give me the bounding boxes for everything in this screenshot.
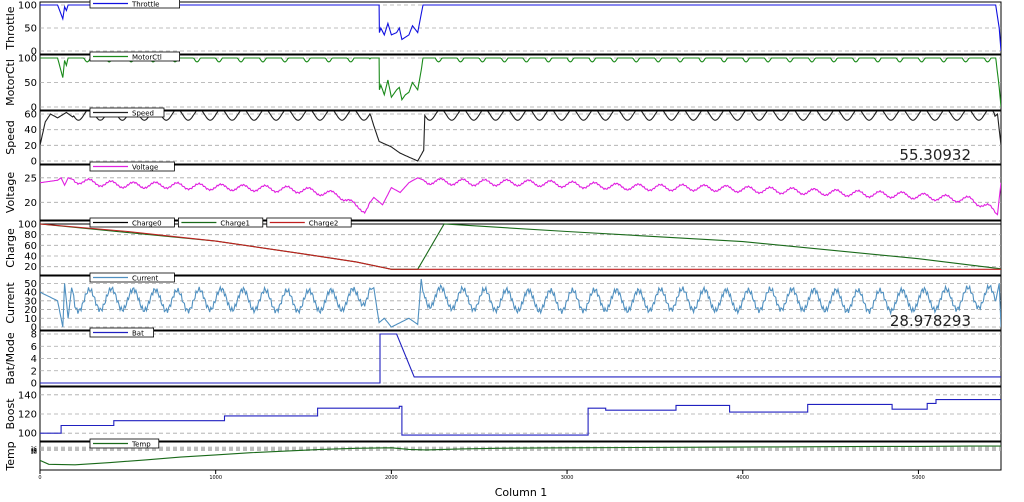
y-tick-label: 50 — [24, 78, 37, 89]
y-tick-label: 0 — [31, 157, 37, 168]
legend-entry: Charge0 — [132, 220, 162, 228]
panel-6: 0 2468 Bat/Mode Bat — [4, 327, 1002, 390]
y-axis-label: Throttle — [4, 6, 17, 50]
panel-frame — [39, 386, 1002, 442]
value-readout: 55.30932 — [899, 146, 971, 164]
y-axis-label: Bat/Mode — [4, 332, 17, 385]
x-tick-label: 1000 — [209, 475, 222, 481]
x-tick-label: 2000 — [385, 475, 398, 481]
panels-group: 050100ThrottleThrottle050100MotorCtlMoto… — [4, 0, 1002, 472]
y-tick-label: 0 — [31, 379, 37, 390]
panel-7: 100 120 140Boost — [4, 386, 1002, 442]
legend-entry: Charge1 — [220, 220, 250, 228]
y-tick-label: 50 — [24, 24, 37, 35]
y-axis-label: Temp — [4, 441, 17, 471]
x-tick-label: 0 — [38, 475, 41, 481]
y-tick-label: 4 — [31, 354, 37, 365]
y-tick-label: 20 — [24, 262, 37, 273]
panel-frame — [39, 164, 1002, 221]
y-axis-label: Charge — [4, 228, 17, 268]
y-tick-label: 50 — [24, 279, 37, 290]
x-axis: 0 1000 2000 3000 4000 5000 — [38, 470, 925, 481]
y-tick-label: 40 — [24, 252, 37, 263]
y-axis-label: Current — [4, 282, 17, 324]
y-tick-label: 60 — [24, 241, 37, 252]
y-tick-label: 100 — [18, 220, 37, 231]
y-axis-label: Boost — [4, 398, 17, 430]
legend-entry: Temp — [131, 441, 151, 449]
panel-2: 0 20 40 60 Speed Speed 55.30932 — [4, 107, 1002, 168]
y-tick-label: 60 — [24, 110, 37, 121]
panel-frame — [39, 1, 1002, 55]
y-tick-label: 140 — [18, 390, 37, 401]
panel-frame — [39, 54, 1002, 111]
panel-8: 30323436Temp Temp — [4, 438, 1002, 472]
y-tick-label: 25 — [24, 173, 37, 184]
legend-entry: Current — [132, 275, 159, 283]
x-tick-label: 4000 — [736, 475, 749, 481]
y-axis-label: Voltage — [4, 172, 17, 213]
x-axis-label: Column 1 — [495, 486, 548, 499]
legend-entry: Charge2 — [309, 220, 339, 228]
strip-chart: 050100ThrottleThrottle050100MotorCtlMoto… — [4, 0, 1002, 499]
legend-entry: Bat — [132, 330, 144, 338]
legend-entry: Voltage — [132, 164, 158, 172]
value-readout: 28.978293 — [890, 312, 971, 330]
y-tick-label: 100 — [18, 54, 37, 65]
panel-3: 20 25 Voltage Voltage — [4, 161, 1002, 221]
y-tick-label: 36 — [31, 447, 37, 453]
y-tick-label: 20 — [24, 141, 37, 152]
y-axis-label: MotorCtl — [4, 59, 17, 106]
y-tick-label: 120 — [18, 410, 37, 421]
panel-1: 050100MotorCtlMotorCtl — [4, 51, 1002, 114]
panel-4: 20406080100Charge Charge0 Charge1 Charge2 — [4, 217, 1002, 276]
y-tick-label: 100 — [18, 429, 37, 440]
x-tick-label: 5000 — [912, 475, 925, 481]
x-tick-label: 3000 — [561, 475, 574, 481]
y-tick-label: 80 — [24, 230, 37, 241]
legend-entry: Speed — [132, 110, 154, 118]
panel-0: 050100ThrottleThrottle — [4, 0, 1002, 58]
legend-entry: MotorCtl — [132, 54, 162, 62]
y-axis-label: Speed — [4, 120, 17, 154]
legend-entry: Throttle — [131, 1, 159, 9]
y-tick-label: 20 — [24, 198, 37, 209]
y-tick-label: 8 — [31, 330, 37, 341]
panel-frame — [39, 330, 1002, 387]
panel-5: 01020304050CurrentCurrent28.978293 — [4, 272, 1002, 334]
y-tick-label: 100 — [18, 1, 37, 12]
y-tick-label: 6 — [31, 342, 37, 353]
y-tick-label: 40 — [24, 125, 37, 136]
y-tick-label: 2 — [31, 366, 37, 377]
